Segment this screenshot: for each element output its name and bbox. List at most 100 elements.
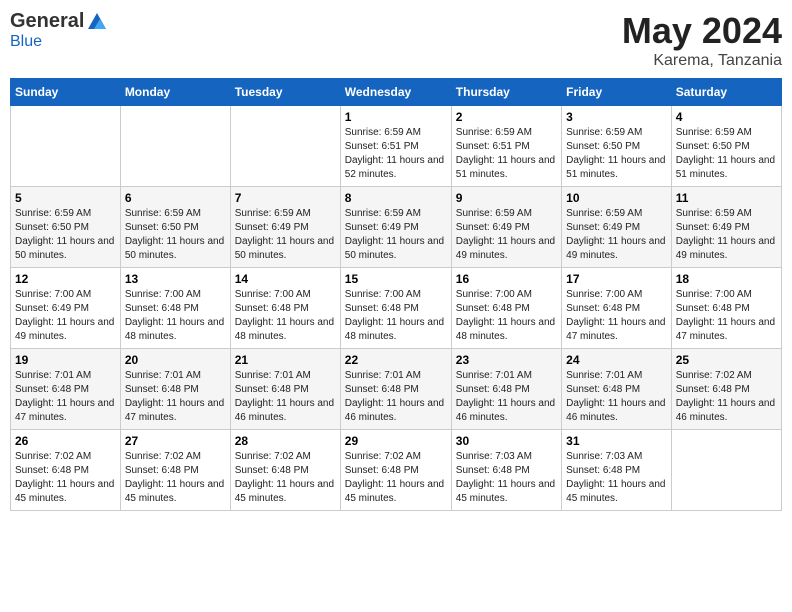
logo: General Blue [10, 10, 108, 51]
calendar-week-row: 26 Sunrise: 7:02 AMSunset: 6:48 PMDayligh… [11, 430, 782, 511]
calendar-day-cell: 17 Sunrise: 7:00 AMSunset: 6:48 PMDayligh… [562, 268, 672, 349]
calendar-week-row: 1Sunrise: 6:59 AMSunset: 6:51 PMDaylight… [11, 106, 782, 187]
day-info: Sunrise: 7:01 AMSunset: 6:48 PMDaylight:… [345, 369, 447, 425]
calendar-day-cell: 30 Sunrise: 7:03 AMSunset: 6:48 PMDayligh… [451, 430, 561, 511]
title-block: May 2024 Karema, Tanzania [622, 10, 782, 70]
day-number: 18 [676, 272, 777, 286]
day-info: Sunrise: 7:03 AMSunset: 6:48 PMDaylight:… [566, 450, 667, 506]
day-number: 4 [676, 110, 777, 124]
day-number: 23 [456, 353, 557, 367]
day-of-week-header: Wednesday [340, 79, 451, 106]
day-of-week-header: Monday [120, 79, 230, 106]
day-info: Sunrise: 7:01 AMSunset: 6:48 PMDaylight:… [15, 369, 116, 425]
calendar-day-cell: 5Sunrise: 6:59 AMSunset: 6:50 PMDaylight… [11, 187, 121, 268]
day-info: Sunrise: 7:01 AMSunset: 6:48 PMDaylight:… [566, 369, 667, 425]
calendar-week-row: 5 Sunrise: 6:59 AMSunset: 6:50 PMDaylight… [11, 187, 782, 268]
calendar-day-cell: 14 Sunrise: 7:00 AMSunset: 6:48 PMDayligh… [230, 268, 340, 349]
day-number: 11 [676, 191, 777, 205]
day-number: 9 [456, 191, 557, 205]
calendar-day-cell: 23 Sunrise: 7:01 AMSunset: 6:48 PMDayligh… [451, 349, 561, 430]
day-info: Sunrise: 6:59 AMSunset: 6:50 PMDaylight:… [125, 207, 226, 263]
day-number: 20 [125, 353, 226, 367]
day-info: Sunrise: 7:03 AMSunset: 6:48 PMDaylight:… [456, 450, 557, 506]
day-info: Sunrise: 7:02 AMSunset: 6:48 PMDaylight:… [676, 369, 777, 425]
calendar-day-cell: 25 Sunrise: 7:02 AMSunset: 6:48 PMDayligh… [671, 349, 781, 430]
day-info: Sunrise: 7:00 AMSunset: 6:48 PMDaylight:… [456, 288, 557, 344]
day-info: Sunrise: 6:59 AMSunset: 6:49 PMDaylight:… [676, 207, 777, 263]
day-info: Sunrise: 7:00 AMSunset: 6:48 PMDaylight:… [566, 288, 667, 344]
calendar-day-cell: 6 Sunrise: 6:59 AMSunset: 6:50 PMDaylight… [120, 187, 230, 268]
calendar-day-cell: 16 Sunrise: 7:00 AMSunset: 6:48 PMDayligh… [451, 268, 561, 349]
calendar-day-cell [671, 430, 781, 511]
calendar-day-cell: 26 Sunrise: 7:02 AMSunset: 6:48 PMDayligh… [11, 430, 121, 511]
calendar-day-cell: 3Sunrise: 6:59 AMSunset: 6:50 PMDaylight… [562, 106, 672, 187]
calendar-day-cell: 27Sunrise: 7:02 AMSunset: 6:48 PMDayligh… [120, 430, 230, 511]
day-number: 30 [456, 434, 557, 448]
day-number: 31 [566, 434, 667, 448]
day-info: Sunrise: 7:02 AMSunset: 6:48 PMDaylight:… [345, 450, 447, 506]
day-info: Sunrise: 7:02 AMSunset: 6:48 PMDaylight:… [15, 450, 116, 506]
day-of-week-header: Sunday [11, 79, 121, 106]
logo-general-text: General [10, 10, 84, 33]
calendar-day-cell: 28Sunrise: 7:02 AMSunset: 6:48 PMDayligh… [230, 430, 340, 511]
day-info: Sunrise: 6:59 AMSunset: 6:49 PMDaylight:… [235, 207, 336, 263]
calendar-day-cell [230, 106, 340, 187]
calendar-week-row: 19 Sunrise: 7:01 AMSunset: 6:48 PMDayligh… [11, 349, 782, 430]
day-number: 29 [345, 434, 447, 448]
calendar-day-cell: 1Sunrise: 6:59 AMSunset: 6:51 PMDaylight… [340, 106, 451, 187]
day-info: Sunrise: 7:02 AMSunset: 6:48 PMDaylight:… [125, 450, 226, 506]
day-number: 6 [125, 191, 226, 205]
calendar-day-cell: 22 Sunrise: 7:01 AMSunset: 6:48 PMDayligh… [340, 349, 451, 430]
calendar-day-cell: 9 Sunrise: 6:59 AMSunset: 6:49 PMDaylight… [451, 187, 561, 268]
day-number: 22 [345, 353, 447, 367]
location-title: Karema, Tanzania [622, 52, 782, 70]
day-number: 10 [566, 191, 667, 205]
day-info: Sunrise: 7:01 AMSunset: 6:48 PMDaylight:… [456, 369, 557, 425]
day-number: 15 [345, 272, 447, 286]
day-number: 19 [15, 353, 116, 367]
calendar-day-cell: 19 Sunrise: 7:01 AMSunset: 6:48 PMDayligh… [11, 349, 121, 430]
day-number: 17 [566, 272, 667, 286]
day-number: 7 [235, 191, 336, 205]
calendar-day-cell: 20 Sunrise: 7:01 AMSunset: 6:48 PMDayligh… [120, 349, 230, 430]
day-number: 25 [676, 353, 777, 367]
calendar-day-cell: 10 Sunrise: 6:59 AMSunset: 6:49 PMDayligh… [562, 187, 672, 268]
day-number: 16 [456, 272, 557, 286]
calendar-table: SundayMondayTuesdayWednesdayThursdayFrid… [10, 78, 782, 511]
day-number: 2 [456, 110, 557, 124]
day-number: 26 [15, 434, 116, 448]
calendar-header-row: SundayMondayTuesdayWednesdayThursdayFrid… [11, 79, 782, 106]
calendar-day-cell: 24Sunrise: 7:01 AMSunset: 6:48 PMDayligh… [562, 349, 672, 430]
day-of-week-header: Thursday [451, 79, 561, 106]
day-info: Sunrise: 7:00 AMSunset: 6:49 PMDaylight:… [15, 288, 116, 344]
day-number: 14 [235, 272, 336, 286]
calendar-day-cell [11, 106, 121, 187]
day-info: Sunrise: 7:00 AMSunset: 6:48 PMDaylight:… [345, 288, 447, 344]
day-number: 12 [15, 272, 116, 286]
day-info: Sunrise: 7:00 AMSunset: 6:48 PMDaylight:… [676, 288, 777, 344]
day-info: Sunrise: 7:00 AMSunset: 6:48 PMDaylight:… [125, 288, 226, 344]
day-number: 8 [345, 191, 447, 205]
calendar-day-cell: 13 Sunrise: 7:00 AMSunset: 6:48 PMDayligh… [120, 268, 230, 349]
calendar-day-cell: 11 Sunrise: 6:59 AMSunset: 6:49 PMDayligh… [671, 187, 781, 268]
day-info: Sunrise: 6:59 AMSunset: 6:49 PMDaylight:… [456, 207, 557, 263]
day-info: Sunrise: 6:59 AMSunset: 6:49 PMDaylight:… [566, 207, 667, 263]
day-info: Sunrise: 7:00 AMSunset: 6:48 PMDaylight:… [235, 288, 336, 344]
day-info: Sunrise: 6:59 AMSunset: 6:50 PMDaylight:… [676, 126, 777, 182]
day-of-week-header: Friday [562, 79, 672, 106]
calendar-day-cell: 4 Sunrise: 6:59 AMSunset: 6:50 PMDaylight… [671, 106, 781, 187]
day-number: 13 [125, 272, 226, 286]
calendar-day-cell: 15 Sunrise: 7:00 AMSunset: 6:48 PMDayligh… [340, 268, 451, 349]
day-number: 28 [235, 434, 336, 448]
page-header: General Blue May 2024 Karema, Tanzania [10, 10, 782, 70]
day-info: Sunrise: 7:01 AMSunset: 6:48 PMDaylight:… [125, 369, 226, 425]
calendar-day-cell: 12 Sunrise: 7:00 AMSunset: 6:49 PMDayligh… [11, 268, 121, 349]
logo-blue-text: Blue [10, 33, 42, 51]
month-year-title: May 2024 [622, 10, 782, 52]
day-of-week-header: Tuesday [230, 79, 340, 106]
calendar-week-row: 12 Sunrise: 7:00 AMSunset: 6:49 PMDayligh… [11, 268, 782, 349]
day-number: 5 [15, 191, 116, 205]
calendar-day-cell: 8Sunrise: 6:59 AMSunset: 6:49 PMDaylight… [340, 187, 451, 268]
day-of-week-header: Saturday [671, 79, 781, 106]
day-number: 21 [235, 353, 336, 367]
